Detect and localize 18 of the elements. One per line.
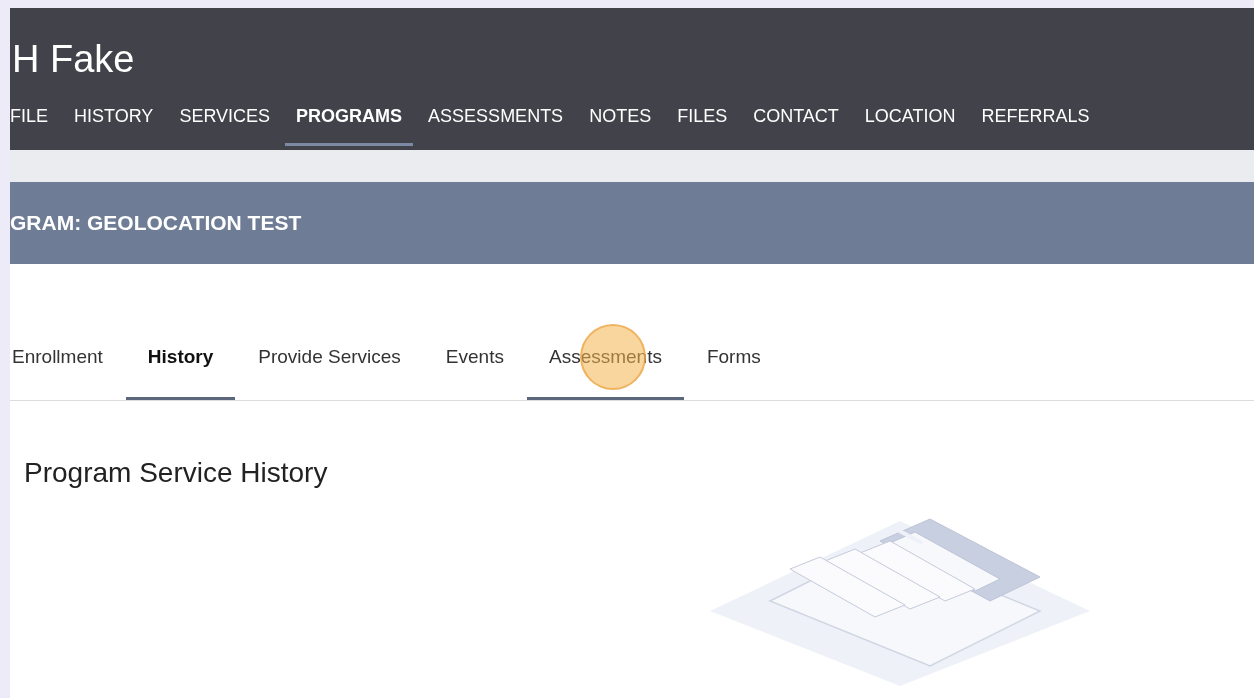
section-heading: Program Service History — [24, 457, 329, 489]
nav-tab[interactable]: NOTES — [578, 96, 663, 146]
nav-tab[interactable]: FILE — [10, 96, 59, 146]
client-name: H Fake — [11, 37, 136, 82]
program-title: GRAM: GEOLOCATION TEST — [10, 211, 302, 235]
program-tab[interactable]: Provide Services — [236, 342, 423, 400]
nav-tab[interactable]: CONTACT — [742, 96, 850, 146]
program-tab[interactable]: History — [125, 342, 236, 400]
nav-tab[interactable]: LOCATION — [853, 96, 967, 146]
nav-tab[interactable]: HISTORY — [63, 96, 165, 146]
program-tab[interactable]: Enrollment — [10, 342, 125, 400]
program-tab[interactable]: Events — [423, 342, 526, 400]
nav-tab[interactable]: SERVICES — [168, 96, 282, 146]
nav-tab[interactable]: ASSESSMENTS — [417, 96, 575, 146]
nav-tab[interactable]: PROGRAMS — [285, 96, 414, 146]
nav-tab[interactable]: FILES — [666, 96, 739, 146]
nav-tab[interactable]: REFERRALS — [970, 96, 1101, 146]
program-tab[interactable]: Forms — [684, 342, 783, 400]
